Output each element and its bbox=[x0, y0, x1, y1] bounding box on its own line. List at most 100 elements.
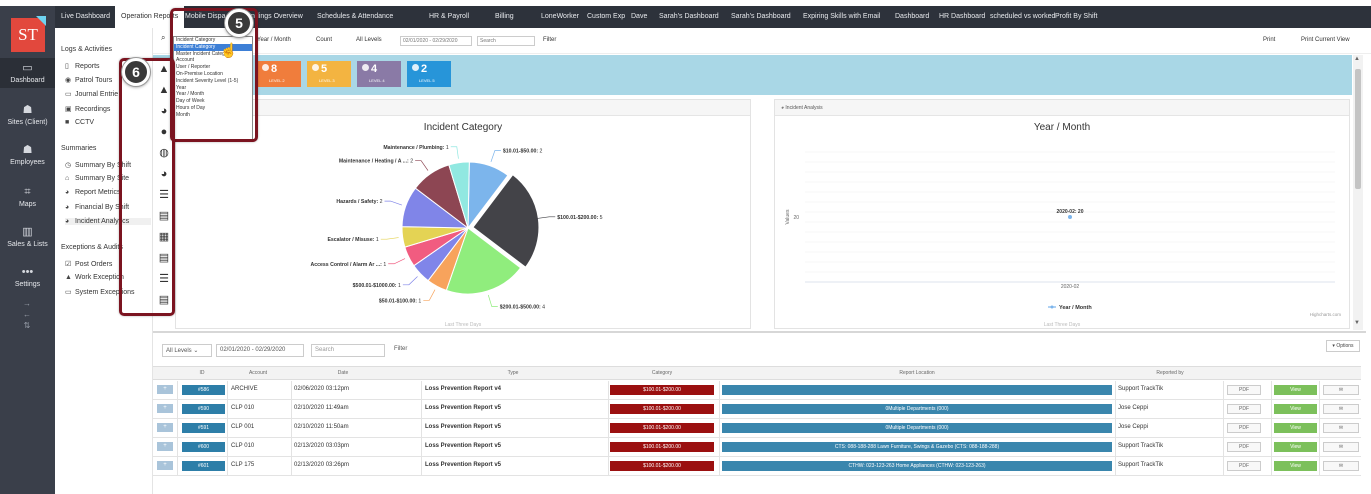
view-button[interactable]: View bbox=[1274, 423, 1317, 433]
email-button[interactable]: ✉ bbox=[1323, 442, 1359, 452]
email-button[interactable]: ✉ bbox=[1323, 404, 1359, 414]
column-separator bbox=[291, 400, 292, 419]
incident-id-badge[interactable]: #601 bbox=[182, 461, 225, 471]
rail-item-settings[interactable]: ••• Settings bbox=[0, 262, 55, 292]
x-tick-label: 2020-02 bbox=[1061, 284, 1080, 290]
tab-15[interactable]: scheduled vs worked bbox=[990, 6, 1055, 28]
incident-id-badge[interactable]: #586 bbox=[182, 385, 225, 395]
sidebar-item-cctv[interactable]: ■ CCTV bbox=[65, 119, 94, 126]
expand-row-button[interactable]: + bbox=[157, 423, 173, 432]
globe-icon: ◉ bbox=[65, 77, 72, 85]
print-button[interactable]: Print bbox=[1263, 37, 1275, 43]
column-separator bbox=[1223, 438, 1224, 457]
level-tile[interactable]: 8 LEVEL 2 bbox=[257, 61, 301, 87]
scroll-up-icon[interactable]: ▲ bbox=[1354, 56, 1360, 62]
sidebar-item-report-metrics[interactable]: ◕ Report Metrics bbox=[65, 189, 121, 196]
rail-item-dashboard[interactable]: ▭ Dashboard bbox=[0, 58, 55, 88]
date-cell: 02/06/2020 03:12pm bbox=[294, 386, 350, 392]
tab-8[interactable]: Custom Exp bbox=[587, 6, 625, 28]
chart-credits: Highcharts.com bbox=[1310, 312, 1342, 317]
expand-row-button[interactable]: + bbox=[157, 404, 173, 413]
options-button[interactable]: ▾ Options bbox=[1326, 340, 1360, 352]
pdf-button[interactable]: PDF bbox=[1227, 442, 1261, 452]
table-levels-select[interactable]: All Levels ⌄ bbox=[162, 344, 212, 357]
column-separator bbox=[227, 438, 228, 457]
pdf-button[interactable]: PDF bbox=[1227, 385, 1261, 395]
rail-item-sites-client-[interactable]: ☗ Sites (Client) bbox=[0, 100, 55, 130]
table-search-input[interactable]: Search bbox=[311, 344, 385, 357]
sidebar-item-post-orders[interactable]: ☑ Post Orders bbox=[65, 260, 112, 268]
measure-select[interactable]: Count bbox=[316, 37, 332, 43]
arrow-updown-icon[interactable]: ⇅ bbox=[20, 320, 34, 331]
panel-header-label: Incident Analysis bbox=[785, 105, 823, 111]
incident-id-badge[interactable]: #591 bbox=[182, 423, 225, 433]
incident-id-badge[interactable]: #600 bbox=[182, 442, 225, 452]
tab-14[interactable]: HR Dashboard bbox=[939, 6, 985, 28]
email-button[interactable]: ✉ bbox=[1323, 385, 1359, 395]
view-button[interactable]: View bbox=[1274, 385, 1317, 395]
group-by-select[interactable]: Year / Month bbox=[257, 37, 291, 43]
step-5-callout: 5 bbox=[225, 9, 253, 37]
level-icon bbox=[412, 64, 419, 71]
date-range-input[interactable]: 02/01/2020 - 02/29/2020 bbox=[400, 36, 472, 46]
sidebar-item-journal-entrie[interactable]: ▭ Journal Entrie bbox=[65, 90, 118, 98]
tab-7[interactable]: LoneWorker bbox=[541, 6, 579, 28]
sidebar-item-patrol-tours[interactable]: ◉ Patrol Tours bbox=[65, 76, 112, 84]
level-tile[interactable]: 4 LEVEL 4 bbox=[357, 61, 401, 87]
print-current-view-button[interactable]: Print Current View bbox=[1301, 37, 1350, 43]
expand-row-button[interactable]: + bbox=[157, 385, 173, 394]
sidebar-item-work-exception[interactable]: ▲ Work Exception bbox=[65, 274, 124, 281]
pdf-button[interactable]: PDF bbox=[1227, 461, 1261, 471]
tab-4[interactable]: Schedules & Attendance bbox=[317, 6, 393, 28]
table-date-range-input[interactable]: 02/01/2020 - 02/29/2020 bbox=[216, 344, 304, 357]
rail-item-maps[interactable]: ⌗ Maps bbox=[0, 182, 55, 212]
y-axis-label: Values bbox=[785, 209, 791, 224]
email-button[interactable]: ✉ bbox=[1323, 461, 1359, 471]
tab-10[interactable]: Sarah's Dashboard bbox=[659, 6, 719, 28]
panel-header: ◕ Incident Analysis bbox=[775, 100, 1349, 116]
tab-6[interactable]: Billing bbox=[495, 6, 514, 28]
reported-by-cell: Jose Ceppi bbox=[1118, 405, 1149, 411]
column-separator bbox=[177, 381, 178, 400]
column-separator bbox=[1319, 457, 1320, 476]
chart-scrollbar[interactable]: ▲ ▼ bbox=[1353, 55, 1363, 330]
email-button[interactable]: ✉ bbox=[1323, 423, 1359, 433]
view-button[interactable]: View bbox=[1274, 404, 1317, 414]
sidebar-item-reports[interactable]: ▯ Reports bbox=[65, 62, 100, 70]
table-filter-button[interactable]: Filter bbox=[391, 344, 411, 357]
view-button[interactable]: View bbox=[1274, 442, 1317, 452]
search-input[interactable]: Search bbox=[477, 36, 535, 46]
column-separator bbox=[1271, 381, 1272, 400]
pdf-button[interactable]: PDF bbox=[1227, 423, 1261, 433]
arrow-left-icon[interactable]: ← bbox=[20, 309, 34, 320]
scrollbar-thumb[interactable] bbox=[1355, 69, 1361, 189]
filter-button[interactable]: Filter bbox=[543, 37, 556, 43]
level-tile[interactable]: 2 LEVEL 5 bbox=[407, 61, 451, 87]
type-cell: Loss Prevention Report v5 bbox=[425, 405, 502, 411]
incident-id-badge[interactable]: #590 bbox=[182, 404, 225, 414]
expand-row-button[interactable]: + bbox=[157, 461, 173, 470]
levels-select[interactable]: All Levels bbox=[356, 37, 382, 43]
tab-5[interactable]: HR & Payroll bbox=[429, 6, 469, 28]
rail-item-sales-lists[interactable]: ▥ Sales & Lists bbox=[0, 222, 55, 252]
pdf-button[interactable]: PDF bbox=[1227, 404, 1261, 414]
tab-16[interactable]: Profit By Shift bbox=[1055, 6, 1097, 28]
tab-9[interactable]: Dave bbox=[631, 6, 647, 28]
level-tile[interactable]: 5 LEVEL 3 bbox=[307, 61, 351, 87]
column-separator bbox=[719, 400, 720, 419]
rail-item-employees[interactable]: ☗ Employees bbox=[0, 140, 55, 170]
expand-row-button[interactable]: + bbox=[157, 442, 173, 451]
search-icon[interactable]: ⌕ bbox=[161, 33, 165, 43]
scroll-down-icon[interactable]: ▼ bbox=[1354, 320, 1360, 326]
arrow-right-icon[interactable]: → bbox=[20, 298, 34, 309]
rail-collapse-arrows[interactable]: → ← ⇅ bbox=[20, 298, 34, 331]
tab-13[interactable]: Dashboard bbox=[895, 6, 929, 28]
tab-11[interactable]: Sarah's Dashboard bbox=[731, 6, 791, 28]
sidebar-item-recordings[interactable]: ▣ Recordings bbox=[65, 105, 110, 113]
splitter[interactable] bbox=[153, 331, 1366, 333]
tab-12[interactable]: Expiring Skills with Email bbox=[803, 6, 880, 28]
account-cell: CLP 175 bbox=[231, 462, 255, 468]
view-button[interactable]: View bbox=[1274, 461, 1317, 471]
tab-0[interactable]: Live Dashboard bbox=[61, 6, 110, 28]
tab-3[interactable]: ndings Overview bbox=[251, 6, 303, 28]
